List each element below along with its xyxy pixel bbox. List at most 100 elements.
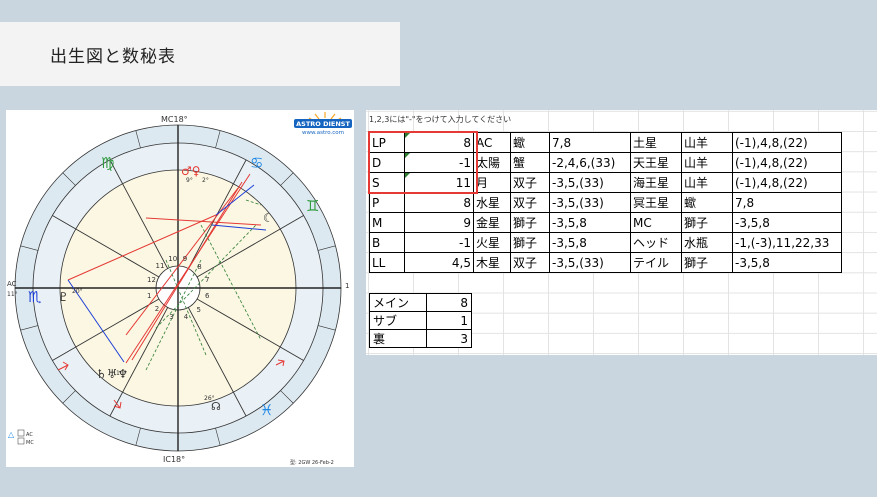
numerology-table: LP 8 AC 蠍 7,8 土星 山羊 (-1),4,8,(22) D -1 太陽蟹 -2,4,6,(… (369, 132, 842, 273)
sign-cell[interactable]: 獅子 (510, 212, 550, 233)
mc-label: MC18° (161, 115, 188, 124)
numbers-cell[interactable]: (-1),4,8,(22) (732, 172, 842, 193)
planet-cell[interactable]: AC (473, 132, 511, 153)
numbers-cell[interactable]: (-1),4,8,(22) (732, 152, 842, 173)
summary-row: 裏3 (369, 329, 472, 348)
legend-ac: AC (26, 432, 33, 438)
value-cell[interactable]: 11 (404, 172, 474, 193)
planet-cell[interactable]: 水星 (473, 192, 511, 213)
summary-row: サブ 1 (369, 311, 472, 330)
summary-label[interactable]: メイン (369, 293, 427, 312)
house-number: 10 (168, 255, 177, 263)
numerology-row: D -1 太陽蟹 -2,4,6,(33) 天王星 山羊 (-1),4,8,(22) (369, 152, 842, 173)
numerology-row: LP 8 AC 蠍 7,8 土星 山羊 (-1),4,8,(22) (369, 132, 842, 153)
ac-label: AC (7, 280, 17, 288)
code-cell[interactable]: M (369, 212, 405, 233)
value-cell[interactable]: 8 (404, 132, 474, 153)
sign-cell[interactable]: 双子 (510, 192, 550, 213)
sign-cell[interactable]: 双子 (510, 172, 550, 193)
house-number: 11 (156, 262, 165, 270)
summary-table: メイン 8 サブ 1 裏 3 (369, 293, 472, 348)
numbers-cell[interactable]: -3,5,8 (549, 212, 631, 233)
virgo-icon: ♍ (101, 154, 114, 172)
sign-cell[interactable]: 蠍 (681, 192, 733, 213)
value-cell[interactable]: 8 (404, 192, 474, 213)
numbers-cell[interactable]: -1,(-3),11,22,33 (732, 232, 842, 253)
planet-cell[interactable]: 木星 (473, 252, 511, 273)
house-number: 3 (169, 313, 173, 321)
summary-label[interactable]: サブ (369, 311, 427, 330)
planet-cell[interactable]: 海王星 (630, 172, 682, 193)
code-cell[interactable]: LL (369, 252, 405, 273)
pluto-icon: ♇ (58, 290, 69, 304)
planet-cell[interactable]: 土星 (630, 132, 682, 153)
saturn-degree: 10° (116, 370, 127, 377)
sign-cell[interactable]: 獅子 (681, 252, 733, 273)
sign-cell[interactable]: 蠍 (510, 132, 550, 153)
house-number: 4 (184, 313, 189, 321)
numbers-cell[interactable]: -2,4,6,(33) (549, 152, 631, 173)
house-number: 1 (147, 292, 151, 300)
sign-cell[interactable]: 獅子 (510, 232, 550, 253)
code-cell[interactable]: S (369, 172, 405, 193)
value-cell[interactable]: -1 (404, 232, 474, 253)
brand-url: www.astro.com (302, 130, 344, 136)
dc-label: 1 (345, 282, 349, 290)
sign-cell[interactable]: 山羊 (681, 152, 733, 173)
numbers-cell[interactable]: 7,8 (732, 192, 842, 213)
sign-cell[interactable]: 山羊 (681, 172, 733, 193)
house-number: 5 (196, 306, 200, 314)
numbers-cell[interactable]: -3,5,8 (732, 212, 842, 233)
planet-cell[interactable]: 月 (473, 172, 511, 193)
code-cell[interactable]: B (369, 232, 405, 253)
planet-cell[interactable]: 天王星 (630, 152, 682, 173)
input-note: 1,2,3には"-"をつけて入力してください (369, 115, 512, 124)
value-cell[interactable]: -1 (404, 152, 474, 173)
planet-cell[interactable]: 太陽 (473, 152, 511, 173)
mars-degree: 9° (186, 177, 193, 184)
pluto-degree: 20° (72, 288, 83, 295)
chart-footer: 型: 2GW 26-Feb-2 (290, 459, 334, 466)
code-cell[interactable]: P (369, 192, 405, 213)
scorpio-icon: ♏ (28, 288, 42, 306)
numerology-row: S 11 月双子 -3,5,(33) 海王星 山羊 (-1),4,8,(22) (369, 172, 842, 193)
planet-cell[interactable]: 冥王星 (630, 192, 682, 213)
numbers-cell[interactable]: -3,5,(33) (549, 252, 631, 273)
sign-cell[interactable]: 獅子 (681, 212, 733, 233)
numbers-cell[interactable]: -3,5,(33) (549, 192, 631, 213)
moon-icon: ☾ (263, 211, 274, 225)
summary-row: メイン 8 (369, 293, 472, 312)
house-number: 6 (205, 292, 210, 300)
cancer-icon: ♋ (250, 154, 263, 172)
planet-cell[interactable]: MC (630, 212, 682, 233)
code-cell[interactable]: D (369, 152, 405, 173)
summary-value[interactable]: 1 (426, 311, 472, 330)
value-cell[interactable]: 9 (404, 212, 474, 233)
numerology-row: P 8 水星 双子 -3,5,(33) 冥王星蠍 7,8 (369, 192, 842, 213)
sign-cell[interactable]: 水瓶 (681, 232, 733, 253)
numerology-row: B -1 火星 獅子 -3,5,8 ヘッド 水瓶 -1,(-3),11,22,33 (369, 232, 842, 253)
numbers-cell[interactable]: -3,5,8 (732, 252, 842, 273)
sign-cell[interactable]: 山羊 (681, 132, 733, 153)
house-number: 8 (197, 263, 201, 271)
sign-cell[interactable]: 蟹 (510, 152, 550, 173)
legend-triangle-icon: △ (8, 430, 15, 439)
planet-cell[interactable]: テイル (630, 252, 682, 273)
summary-value[interactable]: 8 (426, 293, 472, 312)
summary-label[interactable]: 裏 (369, 329, 427, 348)
numbers-cell[interactable]: -3,5,8 (549, 232, 631, 253)
sign-cell[interactable]: 双子 (510, 252, 550, 273)
planet-cell[interactable]: 火星 (473, 232, 511, 253)
natal-chart-svg: ASTRO DIENST www.astro.com 123 456789101… (7, 112, 352, 466)
planet-cell[interactable]: 金星 (473, 212, 511, 233)
gemini-icon: ♊ (306, 197, 319, 215)
numbers-cell[interactable]: -3,5,(33) (549, 172, 631, 193)
numbers-cell[interactable]: (-1),4,8,(22) (732, 132, 842, 153)
code-cell[interactable]: LP (369, 132, 405, 153)
summary-value[interactable]: 3 (426, 329, 472, 348)
planet-cell[interactable]: ヘッド (630, 232, 682, 253)
numbers-cell[interactable]: 7,8 (549, 132, 631, 153)
house-number: 7 (205, 276, 209, 284)
pisces-icon: ♓ (260, 401, 273, 419)
value-cell[interactable]: 4,5 (404, 252, 474, 273)
